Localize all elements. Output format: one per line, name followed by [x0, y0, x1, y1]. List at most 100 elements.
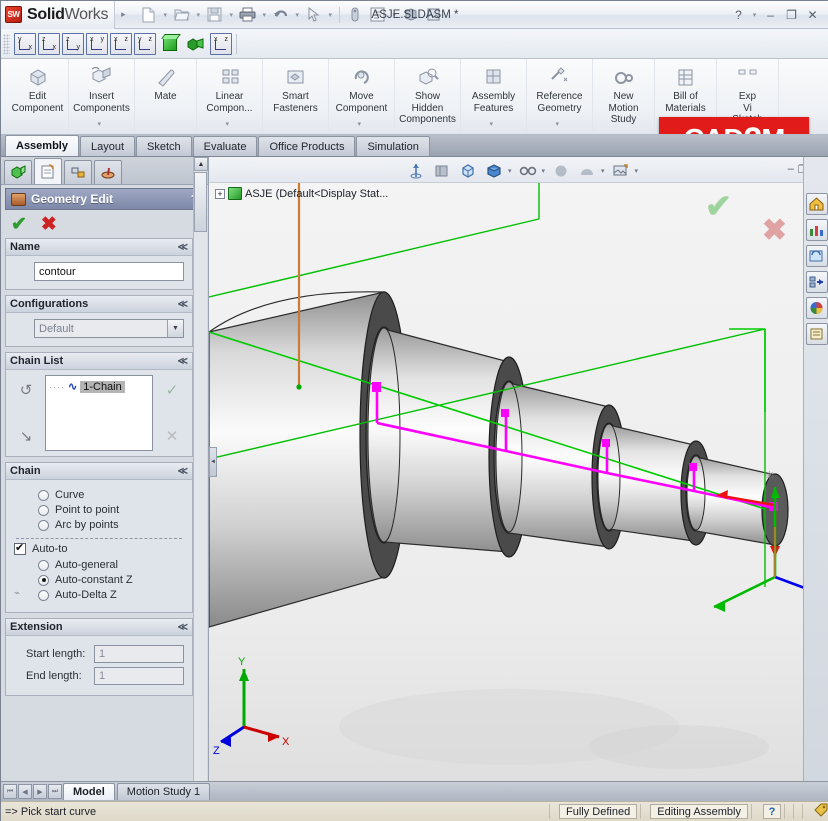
section-name-collapse-icon[interactable]: ≪: [178, 242, 188, 253]
section-extension-header[interactable]: Extension ≪: [6, 619, 192, 636]
select-icon[interactable]: [303, 4, 325, 26]
new-document-caret[interactable]: ▾: [161, 11, 170, 19]
extension-start-input[interactable]: 1: [94, 645, 184, 663]
restore-button[interactable]: ❐: [782, 5, 801, 24]
scene-icon[interactable]: [423, 4, 445, 26]
radio-auto-delta-z[interactable]: ⌁ Auto-Delta Z: [14, 588, 186, 601]
mate-button[interactable]: Mate: [135, 59, 197, 131]
view-normal-to-icon[interactable]: xz: [210, 32, 232, 55]
section-chain-list-header[interactable]: Chain List ≪: [6, 353, 192, 370]
radio-curve[interactable]: Curve: [38, 489, 186, 501]
hide-show-items-icon[interactable]: [549, 160, 573, 181]
view-orientation-icon[interactable]: [482, 160, 506, 181]
delete-chain-button[interactable]: ✕: [161, 425, 183, 447]
open-document-caret[interactable]: ▾: [194, 11, 203, 19]
tab-nav-prev[interactable]: ◀: [18, 784, 32, 799]
help-button[interactable]: ?: [729, 5, 748, 24]
linear-component-pattern-button[interactable]: Linear Compon... ▾: [197, 59, 263, 131]
configuration-select[interactable]: Default ▼: [34, 319, 184, 338]
tab-sketch[interactable]: Sketch: [136, 136, 192, 156]
tab-evaluate[interactable]: Evaluate: [192, 136, 258, 156]
chain-list-box[interactable]: ···· ∿ 1-Chain: [45, 375, 153, 451]
zoom-to-area-icon[interactable]: [430, 160, 454, 181]
radio-arc-by-points[interactable]: Arc by points: [38, 519, 186, 531]
save-caret[interactable]: ▾: [227, 11, 236, 19]
pick-chain-button[interactable]: ↘: [15, 425, 37, 447]
radio-auto-constant-z[interactable]: Auto-constant Z: [38, 574, 186, 586]
name-input[interactable]: contour: [34, 262, 184, 281]
custom-properties-icon[interactable]: [805, 323, 828, 345]
confirm-cancel-icon[interactable]: ✖: [762, 213, 787, 248]
reference-geometry-button[interactable]: Reference Geometry ▾: [527, 59, 593, 131]
edit-component-button[interactable]: Edit Component: [7, 59, 69, 131]
tab-office-products[interactable]: Office Products: [258, 136, 356, 156]
feature-manager-tab[interactable]: [4, 160, 32, 184]
chevron-down-icon[interactable]: ▼: [167, 320, 183, 337]
status-help-icon[interactable]: ?: [763, 804, 781, 819]
move-component-caret[interactable]: ▾: [358, 119, 362, 131]
configuration-manager-tab[interactable]: [64, 160, 92, 184]
extension-end-input[interactable]: 1: [94, 667, 184, 685]
section-chain-header[interactable]: Chain ≪: [6, 463, 192, 480]
view-back-icon[interactable]: zx: [38, 32, 60, 55]
insert-components-button[interactable]: Insert Components ▾: [69, 59, 135, 131]
open-document-icon[interactable]: [171, 4, 193, 26]
minimize-button[interactable]: –: [761, 5, 780, 24]
feature-tree-root-row[interactable]: + ASJE (Default<Display Stat...: [215, 187, 388, 200]
named-view-icon[interactable]: [185, 33, 207, 55]
view-palette-icon[interactable]: [805, 271, 828, 293]
checkbox-auto-to[interactable]: Auto-to: [14, 541, 186, 555]
view-front-icon[interactable]: yx: [14, 32, 36, 55]
linear-pattern-caret[interactable]: ▾: [226, 119, 230, 131]
tab-nav-first[interactable]: ⏮: [3, 784, 17, 799]
list-item[interactable]: ···· ∿ 1-Chain: [49, 380, 149, 393]
document-minimize-button[interactable]: –: [788, 163, 794, 176]
cam-manager-tab[interactable]: [94, 160, 122, 184]
help-caret[interactable]: ▾: [750, 11, 759, 19]
display-style-caret[interactable]: ▾: [542, 167, 546, 175]
status-tag-icon[interactable]: [814, 803, 828, 820]
section-configurations-header[interactable]: Configurations ≪: [6, 296, 192, 313]
property-manager-scrollbar[interactable]: ▲ ▼: [193, 157, 208, 795]
move-component-button[interactable]: Move Component ▾: [329, 59, 395, 131]
view-orientation-caret[interactable]: ▾: [508, 167, 512, 175]
section-configurations-collapse-icon[interactable]: ≪: [178, 299, 188, 310]
view-left-icon[interactable]: zy: [62, 32, 84, 55]
design-library-icon[interactable]: [805, 219, 828, 241]
insert-components-caret[interactable]: ▾: [98, 119, 102, 131]
undo-icon[interactable]: [270, 4, 292, 26]
print-icon[interactable]: [237, 4, 259, 26]
panel-collapse-handle[interactable]: ◄: [209, 447, 217, 477]
save-icon[interactable]: [204, 4, 226, 26]
section-chain-list-collapse-icon[interactable]: ≪: [178, 356, 188, 367]
new-document-icon[interactable]: [138, 4, 160, 26]
tab-simulation[interactable]: Simulation: [356, 136, 430, 156]
ok-button[interactable]: ✔: [11, 215, 27, 234]
new-motion-study-button[interactable]: New Motion Study: [593, 59, 655, 131]
file-explorer-icon[interactable]: [805, 245, 828, 267]
section-extension-collapse-icon[interactable]: ≪: [178, 622, 188, 633]
apply-scene-caret[interactable]: ▾: [601, 167, 605, 175]
appearance-icon[interactable]: [400, 4, 422, 26]
property-manager-tab[interactable]: [34, 158, 62, 184]
isometric-view-icon[interactable]: [159, 33, 181, 55]
view-top-icon[interactable]: xz: [110, 32, 132, 55]
confirm-ok-icon[interactable]: ✔: [705, 187, 732, 225]
undo-caret[interactable]: ▾: [293, 11, 302, 19]
display-style-icon[interactable]: [516, 160, 540, 181]
appearances-scenes-icon[interactable]: [805, 297, 828, 319]
assembly-features-button[interactable]: Assembly Features ▾: [461, 59, 527, 131]
apply-scene-icon[interactable]: [575, 160, 599, 181]
view-right-icon[interactable]: xy: [86, 32, 108, 55]
accept-chain-button[interactable]: ✓: [161, 379, 183, 401]
toolbar-grip[interactable]: [3, 33, 10, 54]
menu-expand-arrow[interactable]: ▸: [121, 9, 126, 20]
smart-fasteners-button[interactable]: Smart Fasteners: [263, 59, 329, 131]
graphics-area[interactable]: ✳ Y Z X ▾ ▾ ▾ ▾ – + ASJE (Default<Displa…: [209, 157, 828, 795]
cancel-button[interactable]: ✖: [41, 215, 57, 234]
reference-geometry-caret[interactable]: ▾: [556, 119, 560, 131]
close-button[interactable]: ✕: [803, 5, 822, 24]
radio-auto-general[interactable]: Auto-general: [38, 559, 186, 571]
bottom-tab-motion-study-1[interactable]: Motion Study 1: [116, 783, 211, 800]
options-caret[interactable]: ▾: [390, 11, 399, 19]
